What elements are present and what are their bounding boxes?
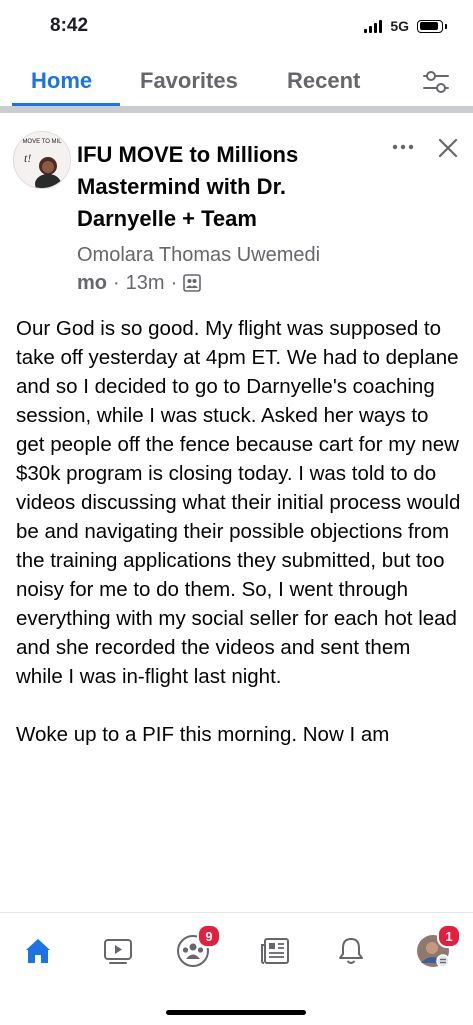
section-divider: [0, 106, 473, 113]
network-label: 5G: [390, 18, 409, 34]
battery-icon: [417, 19, 447, 33]
more-options-icon[interactable]: [388, 137, 418, 157]
nav-news[interactable]: [256, 931, 296, 971]
tab-home[interactable]: Home: [31, 68, 92, 94]
close-icon[interactable]: [437, 137, 459, 159]
tab-recent[interactable]: Recent: [287, 68, 360, 94]
signal-icon: [364, 19, 383, 33]
news-icon: [261, 938, 289, 964]
profile-badge: 1: [437, 924, 461, 948]
group-avatar[interactable]: MOVE TO MIL t!: [13, 131, 71, 189]
post-body: Our God is so good. My flight was suppos…: [16, 314, 462, 778]
nav-video[interactable]: [98, 931, 138, 971]
home-indicator: [166, 1010, 306, 1015]
nav-notifications[interactable]: [331, 931, 371, 971]
group-privacy-icon: [183, 274, 202, 292]
meta-separator: ·: [113, 272, 120, 294]
nav-home[interactable]: [18, 931, 58, 971]
video-icon: [104, 939, 132, 964]
bell-icon: [339, 938, 363, 964]
avatar-text: MOVE TO MIL: [22, 139, 62, 145]
svg-text:t!: t!: [24, 151, 31, 165]
group-avatar-image: MOVE TO MIL t!: [14, 132, 70, 188]
group-name[interactable]: IFU MOVE to Millions Mastermind with Dr.…: [77, 139, 347, 235]
post-author[interactable]: Omolara Thomas Uwemedi: [77, 240, 320, 270]
nav-groups[interactable]: 9: [173, 924, 221, 971]
post-meta: mo · 13m ·: [77, 268, 202, 298]
nav-profile[interactable]: 1: [413, 924, 461, 971]
filter-icon[interactable]: [422, 69, 450, 95]
home-icon: [26, 939, 50, 963]
post-time[interactable]: 13m: [126, 268, 165, 298]
meta-separator-2: ·: [170, 272, 178, 294]
feed-tabs: Home Favorites Recent: [0, 56, 473, 106]
post-author-suffix[interactable]: mo: [77, 268, 107, 298]
status-time: 8:42: [50, 15, 89, 36]
post-paragraph: Our God is so good. My flight was suppos…: [16, 317, 461, 688]
status-icons: 5G: [364, 18, 447, 34]
post-paragraph: Woke up to a PIF this morning. Now I am: [16, 723, 390, 746]
tab-favorites[interactable]: Favorites: [140, 68, 238, 94]
bottom-navigation: 9 1: [0, 912, 473, 1025]
groups-badge: 9: [197, 924, 221, 948]
status-bar: 8:42 5G: [0, 0, 473, 56]
